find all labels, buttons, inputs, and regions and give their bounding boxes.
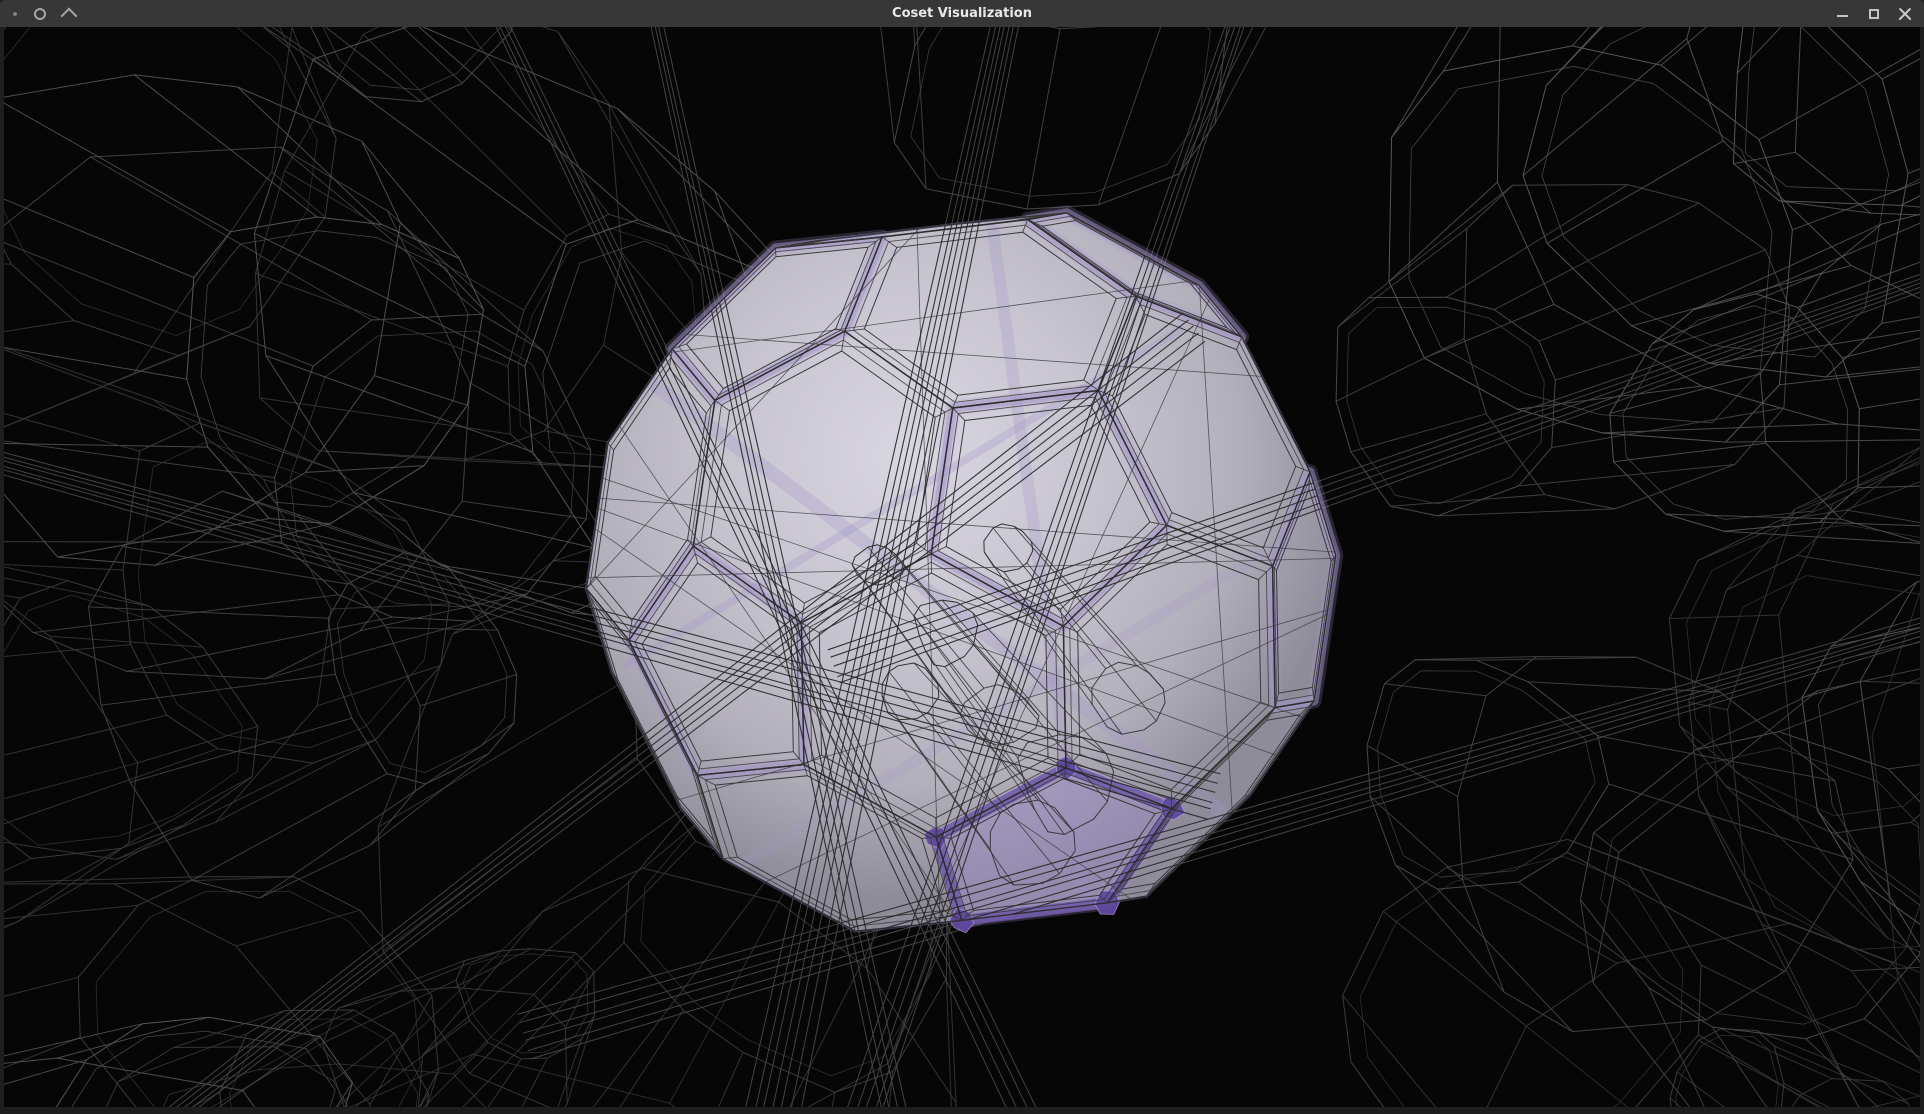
visualization-viewport[interactable]: [0, 27, 1924, 1114]
minimize-button[interactable]: [1833, 3, 1852, 24]
window-titlebar[interactable]: Coset Visualization: [0, 0, 1924, 27]
close-button[interactable]: [1895, 3, 1914, 24]
maximize-button[interactable]: [1864, 3, 1883, 24]
coset-3d-scene[interactable]: [4, 27, 1920, 1107]
minimize-icon: [1837, 15, 1848, 17]
maximize-icon: [1869, 9, 1879, 19]
titlebar-left-icons: [13, 0, 75, 27]
circle-icon[interactable]: [34, 8, 46, 20]
window-title: Coset Visualization: [892, 0, 1032, 27]
dot-icon: [13, 12, 17, 16]
chevron-up-icon[interactable]: [61, 8, 78, 25]
app-window: Coset Visualization: [0, 0, 1924, 1114]
close-icon: [1898, 7, 1911, 21]
window-controls: [1833, 0, 1914, 27]
